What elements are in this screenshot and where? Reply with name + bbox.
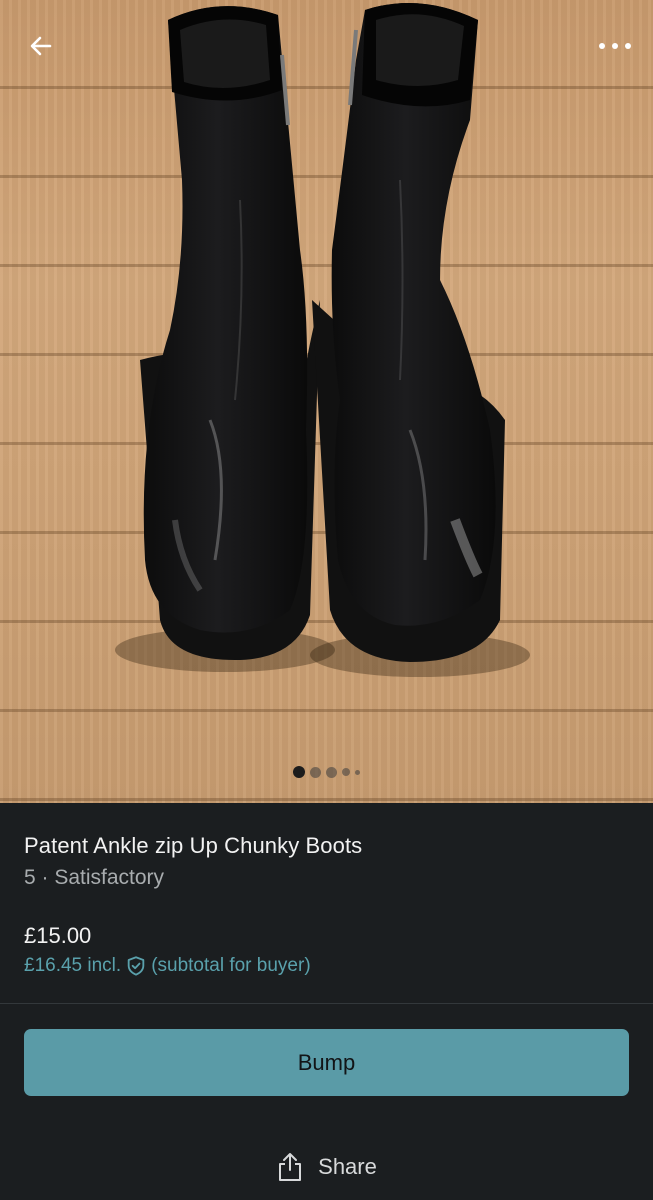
divider: [0, 1003, 653, 1004]
listing-title: Patent Ankle zip Up Chunky Boots: [24, 833, 363, 858]
listing-details: Patent Ankle zip Up Chunky Boots 5 · Sat…: [0, 803, 653, 1200]
gallery-dot[interactable]: [355, 769, 360, 775]
bump-button-label: Bump: [297, 1049, 356, 1075]
gallery-dot[interactable]: [326, 766, 337, 778]
share-icon: [279, 1153, 302, 1181]
gallery-dot[interactable]: [293, 766, 305, 778]
gallery-dot[interactable]: [342, 768, 350, 776]
arrow-left-icon: [30, 36, 52, 56]
listing-price: £15.00: [24, 923, 92, 948]
share-button[interactable]: Share: [0, 1145, 653, 1189]
share-label: Share: [318, 1154, 377, 1179]
more-horizontal-icon: [599, 43, 631, 49]
listing-size-condition: 5 · Satisfactory: [24, 866, 165, 889]
gallery-dot[interactable]: [310, 766, 321, 778]
gallery-pagination[interactable]: [0, 766, 653, 778]
buyer-price: £16.45 incl.: [24, 955, 122, 976]
boots-photo: [115, 2, 530, 677]
buyer-price-info[interactable]: £16.45 incl. (subtotal for buyer): [24, 955, 311, 977]
shield-check-icon: [127, 956, 145, 976]
back-button[interactable]: [19, 24, 63, 68]
product-photo[interactable]: [0, 0, 653, 803]
bump-button[interactable]: Bump: [24, 1029, 629, 1096]
more-options-button[interactable]: [593, 24, 637, 68]
buyer-price-note: (subtotal for buyer): [151, 955, 311, 976]
